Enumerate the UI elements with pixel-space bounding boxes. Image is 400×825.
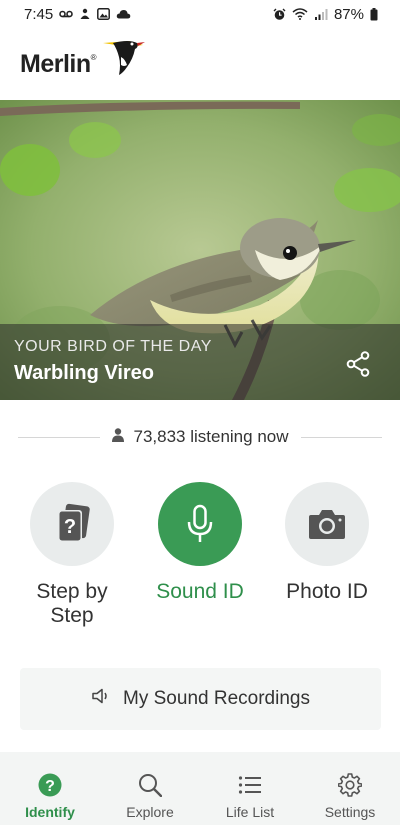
hero-caption: YOUR BIRD OF THE DAY Warbling Vireo	[0, 324, 400, 400]
logo-text: Merlin	[20, 49, 91, 78]
nav-explore-label: Explore	[126, 804, 174, 820]
cloud-icon	[116, 9, 131, 19]
status-time: 7:45	[24, 5, 54, 23]
battery-icon	[370, 7, 378, 21]
list-icon	[237, 772, 263, 798]
nav-identify-label: Identify	[25, 804, 75, 820]
listening-count: 73,833 listening now	[100, 427, 301, 447]
listening-count-row: 73,833 listening now	[18, 424, 383, 450]
sound-id-circle	[158, 482, 242, 566]
status-left: 7:45	[24, 6, 131, 23]
sound-id-button[interactable]: Sound ID	[140, 482, 260, 604]
bird-of-the-day-name: Warbling Vireo	[14, 362, 155, 384]
speaker-icon	[91, 688, 111, 710]
nav-identify[interactable]: ? Identify	[0, 752, 100, 825]
photo-id-circle	[285, 482, 369, 566]
listening-count-text: 73,833 listening now	[133, 427, 289, 446]
gallery-icon	[97, 8, 111, 20]
alarm-icon	[273, 8, 286, 21]
question-circle-icon: ?	[37, 772, 63, 798]
merlin-logo: Merlin ®	[20, 40, 147, 82]
bottom-nav: ? Identify Explore Life List Settings	[0, 752, 400, 825]
photo-id-label: Photo ID	[286, 580, 368, 603]
voicemail-icon	[59, 9, 74, 19]
divider-left	[18, 436, 100, 438]
nav-life-list-label: Life List	[225, 804, 275, 820]
svg-text:?: ?	[64, 516, 76, 538]
app-header: Merlin ®	[0, 28, 400, 100]
wifi-icon	[292, 8, 308, 20]
identify-actions: ? Step by Step Sound ID Photo ID	[0, 482, 400, 642]
status-right: 87%	[273, 6, 378, 23]
bird-of-the-day-label: YOUR BIRD OF THE DAY	[14, 338, 212, 355]
battery-percent: 87%	[333, 5, 364, 23]
search-icon	[137, 772, 163, 798]
bird-of-the-day-card[interactable]: YOUR BIRD OF THE DAY Warbling Vireo	[0, 100, 400, 400]
svg-text:?: ?	[45, 778, 55, 795]
signal-icon	[314, 8, 328, 20]
divider-right	[300, 436, 383, 438]
photo-id-button[interactable]: Photo ID	[267, 482, 387, 604]
share-button[interactable]	[344, 350, 372, 378]
logo-trademark: ®	[90, 52, 97, 62]
sound-id-label: Sound ID	[156, 580, 244, 603]
nav-life-list[interactable]: Life List	[200, 752, 300, 825]
microphone-icon	[187, 504, 213, 542]
camera-icon	[309, 510, 345, 539]
step-by-step-label: Step by Step	[36, 580, 108, 627]
cards-question-icon: ?	[58, 503, 90, 542]
my-sound-recordings-button[interactable]: My Sound Recordings	[20, 668, 381, 730]
step-by-step-circle: ?	[30, 482, 114, 566]
notification-person-icon	[79, 8, 91, 20]
gear-icon	[337, 772, 363, 798]
step-by-step-button[interactable]: ? Step by Step	[12, 482, 132, 628]
person-icon	[111, 427, 124, 447]
nav-settings-label: Settings	[324, 804, 376, 820]
merlin-bird-logo-icon	[99, 37, 147, 82]
share-icon	[346, 351, 370, 377]
nav-settings[interactable]: Settings	[300, 752, 400, 825]
nav-explore[interactable]: Explore	[100, 752, 200, 825]
my-sound-recordings-label: My Sound Recordings	[123, 688, 310, 709]
status-bar: 7:45 87%	[0, 0, 400, 28]
